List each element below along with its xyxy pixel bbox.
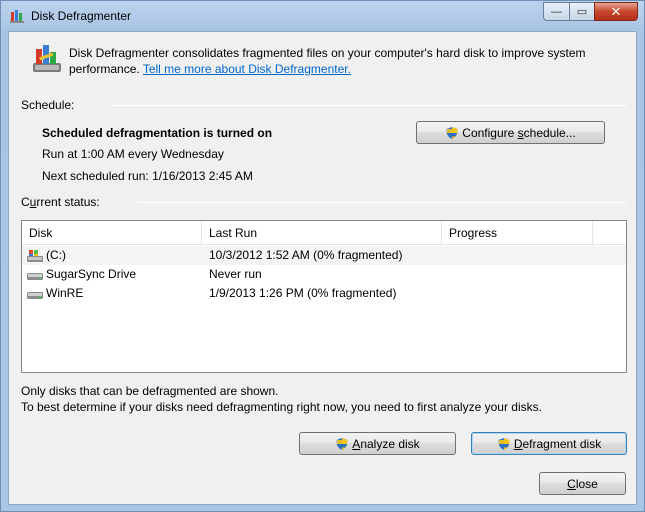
defragmenter-app-icon [10, 10, 24, 23]
schedule-status: Scheduled defragmentation is turned on [42, 126, 273, 140]
last-run-cell: Never run [209, 267, 262, 281]
disk-list[interactable]: Disk Last Run Progress (C:) 10/3/2012 1:… [21, 220, 627, 373]
progress-cell [442, 265, 593, 284]
defragment-disk-button[interactable]: Defragment disk [471, 432, 627, 455]
disk-defragmenter-window: Disk Defragmenter — ▭ ✕ Disk Defragmente… [0, 0, 645, 512]
last-run-cell: 1/9/2013 1:26 PM (0% fragmented) [209, 286, 397, 300]
system-drive-icon [27, 249, 43, 262]
close-label-accel: C [567, 476, 576, 491]
drive-icon [27, 291, 43, 299]
uac-shield-icon [446, 126, 458, 139]
defragmenter-large-icon [33, 45, 61, 72]
disk-cell: (C:) [22, 246, 202, 265]
configure-label-post: chedule... [523, 125, 576, 140]
configure-label-pre: Configure [462, 125, 518, 140]
current-status-label: Current status: [21, 195, 100, 209]
maximize-button[interactable]: ▭ [569, 2, 594, 21]
disk-name: (C:) [46, 248, 66, 262]
note-line-1: Only disks that can be defragmented are … [21, 384, 279, 398]
uac-shield-icon [498, 437, 510, 450]
schedule-label: Schedule: [21, 98, 75, 112]
intro-description: Disk Defragmenter consolidates fragmente… [69, 45, 609, 77]
minimize-button[interactable]: — [543, 2, 569, 21]
disk-name: WinRE [46, 286, 84, 300]
disk-row-c[interactable]: (C:) 10/3/2012 1:52 AM (0% fragmented) [22, 246, 626, 265]
configure-schedule-button[interactable]: Configure schedule... [416, 121, 605, 144]
status-label-pre: C [21, 195, 30, 209]
schedule-separator [111, 105, 627, 106]
schedule-next-run: Next scheduled run: 1/16/2013 2:45 AM [42, 169, 253, 183]
dialog-body: Disk Defragmenter consolidates fragmente… [8, 31, 637, 505]
status-separator [137, 202, 627, 203]
defrag-label-post: efragment disk [522, 436, 602, 451]
analyze-disk-button[interactable]: Analyze disk [299, 432, 456, 455]
column-header-progress[interactable]: Progress [442, 221, 593, 245]
column-header-disk[interactable]: Disk [22, 221, 202, 245]
progress-cell [442, 246, 593, 265]
close-button[interactable]: Close [539, 472, 626, 495]
disk-cell: SugarSync Drive [22, 265, 202, 284]
title-bar[interactable]: Disk Defragmenter — ▭ ✕ [1, 1, 644, 31]
note-line-2: To best determine if your disks need def… [21, 400, 542, 414]
close-window-button[interactable]: ✕ [594, 2, 638, 21]
disk-row-sugarsync[interactable]: SugarSync Drive Never run [22, 265, 626, 284]
learn-more-link[interactable]: Tell me more about Disk Defragmenter. [143, 62, 351, 76]
column-header-last-run[interactable]: Last Run [202, 221, 442, 245]
disk-list-header: Disk Last Run Progress [22, 221, 626, 245]
window-title: Disk Defragmenter [31, 9, 132, 23]
drive-icon [27, 272, 43, 280]
uac-shield-icon [336, 437, 348, 450]
close-label-post: lose [575, 476, 598, 491]
disk-row-winre[interactable]: WinRE 1/9/2013 1:26 PM (0% fragmented) [22, 284, 626, 303]
caption-buttons: — ▭ ✕ [543, 2, 638, 22]
progress-cell [442, 284, 593, 303]
last-run-cell: 10/3/2012 1:52 AM (0% fragmented) [209, 248, 403, 262]
schedule-run-at: Run at 1:00 AM every Wednesday [42, 147, 224, 161]
analyze-label-post: nalyze disk [360, 436, 420, 451]
disk-name: SugarSync Drive [46, 267, 137, 281]
status-label-post: rrent status: [36, 195, 100, 209]
disk-cell: WinRE [22, 284, 202, 303]
